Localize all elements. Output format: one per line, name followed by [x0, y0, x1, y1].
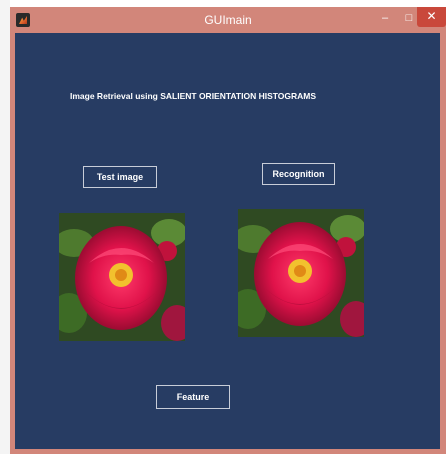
- test-image-display: [59, 213, 185, 341]
- title-bar[interactable]: GUImain – □ ✕: [10, 7, 446, 33]
- recognition-button[interactable]: Recognition: [262, 163, 335, 185]
- feature-button[interactable]: Feature: [156, 385, 230, 409]
- minimize-button[interactable]: –: [374, 11, 396, 27]
- test-image-button[interactable]: Test image: [83, 166, 157, 188]
- page-title: Image Retrieval using SALIENT ORIENTATIO…: [70, 91, 317, 101]
- figure-panel: Image Retrieval using SALIENT ORIENTATIO…: [15, 33, 440, 449]
- gui-window: GUImain – □ ✕ Image Retrieval using SALI…: [10, 7, 446, 454]
- background-window-edge: [0, 0, 10, 454]
- recognized-image-display: [238, 209, 364, 337]
- close-button[interactable]: ✕: [417, 7, 446, 27]
